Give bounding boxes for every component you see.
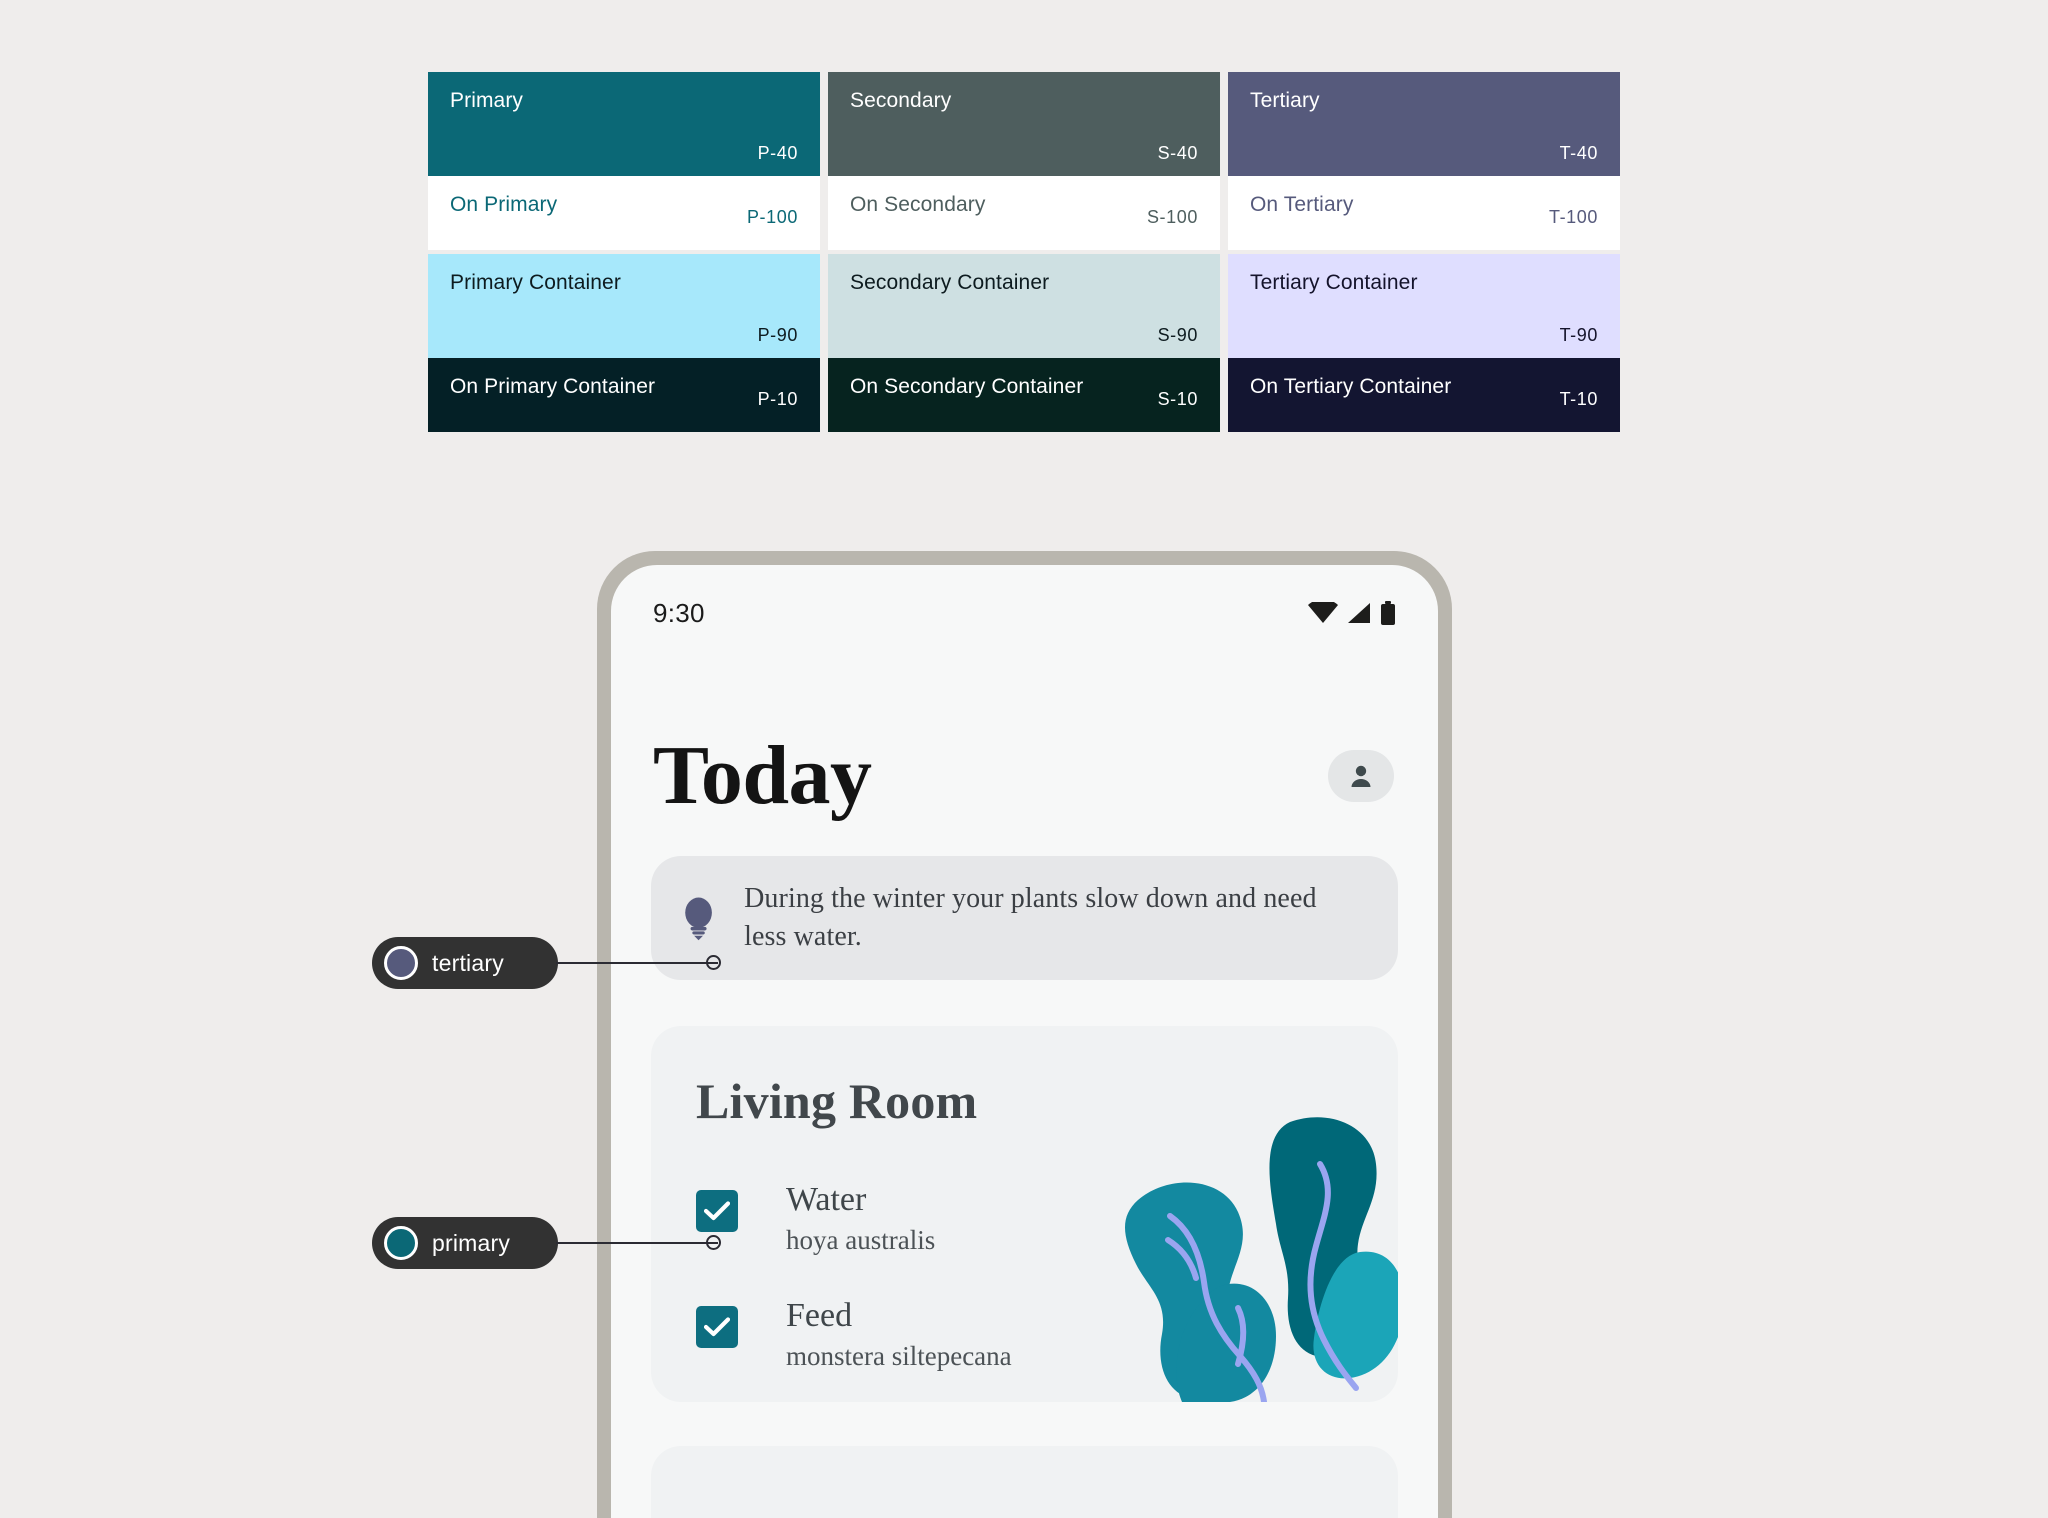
swatch-name: Secondary [850, 89, 952, 112]
task-title: Feed [786, 1297, 853, 1335]
swatch-name: On Primary Container [450, 375, 656, 398]
tip-card[interactable]: During the winter your plants slow down … [651, 856, 1398, 981]
color-swatch[interactable]: Tertiary Container T-90 [1228, 254, 1620, 358]
swatch-name: On Tertiary [1250, 193, 1354, 216]
task-row[interactable]: Feed monstera siltepecana [651, 1298, 1398, 1374]
color-swatch[interactable]: Primary P-40 [428, 72, 820, 176]
color-swatch[interactable]: On Primary P-100 [428, 176, 820, 250]
battery-icon [1381, 601, 1395, 625]
swatch-code: S-10 [1157, 389, 1198, 409]
swatch-code: T-40 [1559, 143, 1598, 163]
tip-text: During the winter your plants slow down … [744, 883, 1317, 953]
wifi-icon [1308, 602, 1338, 623]
swatch-name: On Secondary Container [850, 375, 1084, 398]
color-swatch[interactable]: Primary Container P-90 [428, 254, 820, 358]
leader-endpoint [706, 955, 721, 970]
annotation-label: tertiary [432, 949, 504, 976]
room-title: Living Room [696, 1073, 978, 1130]
swatch-name: On Secondary [850, 193, 986, 216]
swatch-code: T-10 [1559, 389, 1598, 409]
phone-mockup: 9:30 Today During the winter your plants… [597, 551, 1452, 1518]
swatch-code: T-100 [1548, 207, 1598, 227]
swatch-code: S-40 [1157, 143, 1198, 163]
color-swatch[interactable]: On Secondary Container S-10 [828, 358, 1220, 432]
status-clock: 9:30 [653, 597, 705, 628]
next-card[interactable] [651, 1446, 1398, 1518]
color-swatch[interactable]: On Tertiary Container T-10 [1228, 358, 1620, 432]
palette-column-primary: Primary P-40 On Primary P-100 Primary Contai… [428, 72, 820, 432]
swatch-name: On Primary [450, 193, 558, 216]
swatch-code: P-10 [757, 389, 798, 409]
task-text: Feed monstera siltepecana [786, 1298, 1012, 1374]
swatch-code: S-100 [1146, 207, 1198, 227]
color-swatch[interactable]: On Primary Container P-10 [428, 358, 820, 432]
lightbulb-icon [685, 897, 712, 941]
leader-line [556, 962, 718, 964]
task-row[interactable]: Water hoya australis [651, 1182, 1398, 1258]
avatar-button[interactable] [1328, 749, 1394, 802]
status-bar: 9:30 [611, 565, 1438, 643]
color-swatch[interactable]: Secondary Container S-90 [828, 254, 1220, 358]
color-swatch[interactable]: Secondary S-40 [828, 72, 1220, 176]
page-title: Today [653, 729, 872, 822]
color-dot [384, 1226, 418, 1260]
annotation-label: primary [432, 1229, 511, 1256]
color-dot [384, 946, 418, 980]
swatch-code: S-90 [1157, 325, 1198, 345]
swatch-code: P-90 [757, 325, 798, 345]
swatch-name: Tertiary Container [1250, 271, 1418, 294]
room-card[interactable]: Living Room Water hoya australis Feed mo… [651, 1026, 1398, 1403]
person-icon [1351, 765, 1371, 787]
signal-icon [1348, 603, 1370, 623]
color-swatch[interactable]: Tertiary T-40 [1228, 72, 1620, 176]
task-checkbox[interactable] [696, 1306, 738, 1349]
annotation-pill-primary[interactable]: primary [372, 1217, 558, 1269]
task-checkbox[interactable] [696, 1190, 738, 1233]
color-swatch[interactable]: On Tertiary T-100 [1228, 176, 1620, 250]
swatch-name: On Tertiary Container [1250, 375, 1452, 398]
swatch-name: Primary [450, 89, 524, 112]
color-swatch[interactable]: On Secondary S-100 [828, 176, 1220, 250]
color-palette-grid: Primary P-40 On Primary P-100 Primary Contai… [428, 72, 1620, 432]
task-subtitle: hoya australis [786, 1224, 936, 1255]
swatch-name: Tertiary [1250, 89, 1320, 112]
swatch-code: T-90 [1559, 325, 1598, 345]
swatch-name: Secondary Container [850, 271, 1050, 294]
task-subtitle: monstera siltepecana [786, 1341, 1012, 1372]
task-text: Water hoya australis [786, 1182, 935, 1258]
swatch-code: P-100 [746, 207, 798, 227]
annotation-pill-tertiary[interactable]: tertiary [372, 937, 558, 989]
status-icons [1308, 601, 1396, 625]
swatch-name: Primary Container [450, 271, 621, 294]
phone-screen: 9:30 Today During the winter your plants… [611, 565, 1438, 1518]
check-icon [704, 1201, 730, 1221]
app-header: Today [611, 643, 1438, 822]
task-title: Water [786, 1181, 867, 1219]
palette-column-tertiary: Tertiary T-40 On Tertiary T-100 Tertiary Con… [1228, 72, 1620, 432]
palette-column-secondary: Secondary S-40 On Secondary S-100 Secondary … [828, 72, 1220, 432]
check-icon [704, 1317, 730, 1337]
swatch-code: P-40 [757, 143, 798, 163]
